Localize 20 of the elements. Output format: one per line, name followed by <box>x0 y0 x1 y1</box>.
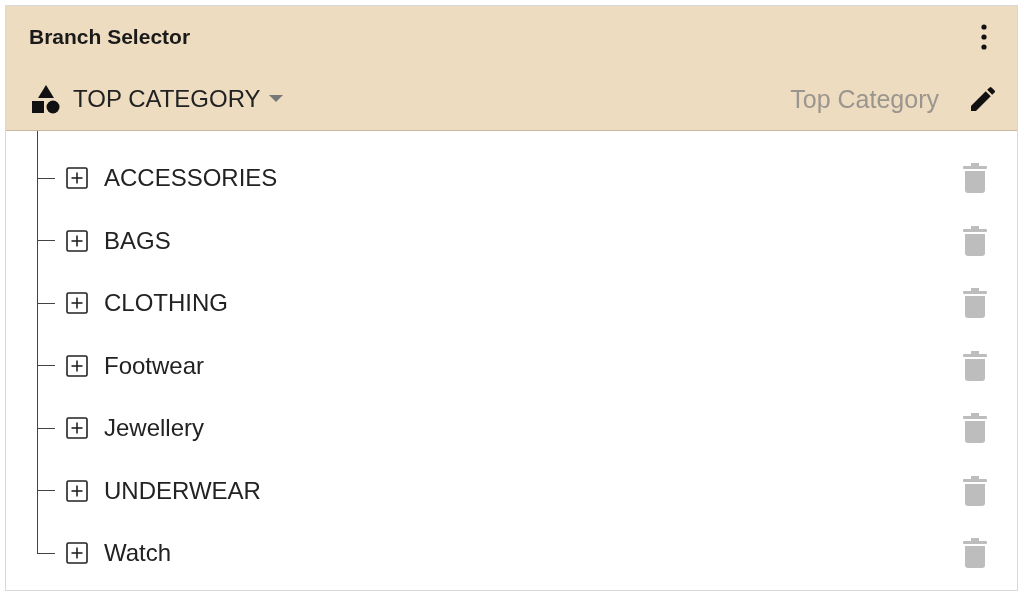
tree-item[interactable]: Jewellery <box>104 414 963 443</box>
tree-item[interactable]: UNDERWEAR <box>104 476 963 505</box>
caret-icon <box>268 95 283 103</box>
expand-icon[interactable] <box>66 167 88 190</box>
expand-icon[interactable] <box>66 229 88 252</box>
tree-item[interactable]: CLOTHING <box>104 289 963 318</box>
tree-item[interactable]: ACCESSORIES <box>104 164 963 193</box>
tree-item[interactable]: Footwear <box>104 351 963 380</box>
expand-icon[interactable] <box>66 354 88 377</box>
tree-item[interactable]: BAGS <box>104 226 963 255</box>
expand-icon[interactable] <box>66 417 88 440</box>
category-dropdown[interactable]: TOP CATEGORY <box>73 85 283 113</box>
expand-icon[interactable] <box>66 542 88 565</box>
category-name-field[interactable]: Top Category <box>294 83 941 115</box>
more-options-icon[interactable] <box>981 24 987 50</box>
expand-icon[interactable] <box>66 292 88 315</box>
panel-title: Branch Selector <box>29 25 191 49</box>
tree-item[interactable]: Watch <box>104 539 963 568</box>
shapes-icon <box>31 84 61 114</box>
expand-icon[interactable] <box>66 479 88 502</box>
